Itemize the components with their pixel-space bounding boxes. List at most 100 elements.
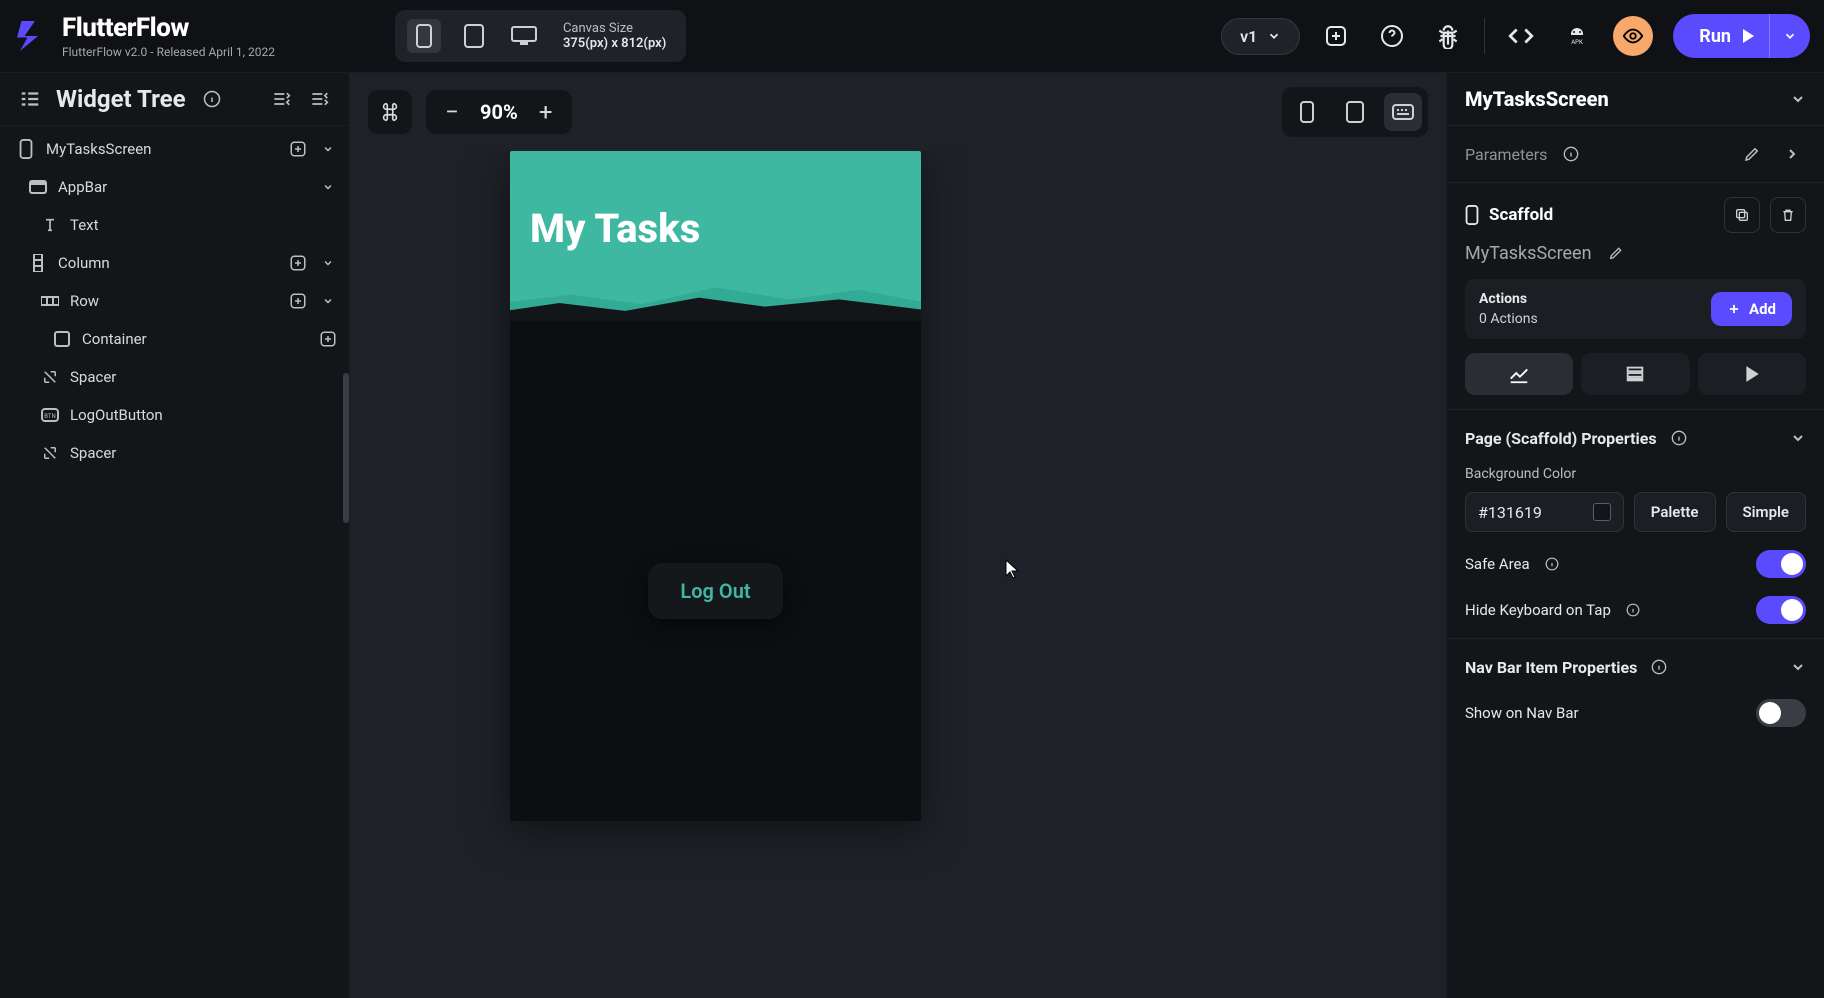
chevron-right-icon[interactable]	[1778, 140, 1806, 168]
right-panel: MyTasksScreen Parameters Scaffold	[1446, 73, 1824, 998]
add-page-icon[interactable]	[1316, 16, 1356, 56]
app-version-line: FlutterFlow v2.0 - Released April 1, 202…	[62, 45, 275, 59]
row-icon	[40, 295, 60, 307]
delete-icon[interactable]	[1770, 197, 1806, 233]
copy-icon[interactable]	[1724, 197, 1760, 233]
preview-tablet-icon[interactable]	[1336, 93, 1374, 131]
tree-row-label: Container	[82, 330, 147, 348]
tree-row-label: AppBar	[58, 178, 107, 196]
tree-row[interactable]: Column	[0, 244, 349, 282]
show-nav-toggle[interactable]	[1756, 699, 1806, 727]
chevron-down-icon[interactable]	[317, 138, 339, 160]
show-nav-label: Show on Nav Bar	[1465, 704, 1579, 722]
canvas-toolbar: − 90% +	[350, 73, 1446, 151]
container-icon	[52, 331, 72, 347]
logout-button[interactable]: Log Out	[648, 563, 782, 619]
actions-title: Actions	[1479, 291, 1538, 307]
tree-row[interactable]: BTNLogOutButton	[0, 396, 349, 434]
phone-body: Log Out	[510, 321, 921, 821]
preview-eye-icon[interactable]	[1613, 16, 1653, 56]
version-selector[interactable]: v1	[1221, 18, 1300, 55]
chevron-down-icon[interactable]	[317, 176, 339, 198]
info-icon[interactable]	[1538, 550, 1566, 578]
tab-data-icon[interactable]	[1581, 353, 1689, 395]
android-apk-icon[interactable]: APK	[1557, 16, 1597, 56]
actions-card: Actions 0 Actions Add	[1465, 279, 1806, 339]
column-icon	[28, 254, 48, 272]
center-panel: − 90% + My Tasks Log Out	[350, 73, 1446, 998]
tree-icon	[16, 85, 44, 113]
preview-mode-group	[1282, 87, 1428, 137]
code-icon[interactable]	[1501, 16, 1541, 56]
topbar: FlutterFlow FlutterFlow v2.0 - Released …	[0, 0, 1824, 72]
device-desktop-icon[interactable]	[507, 19, 541, 53]
palette-button[interactable]: Palette	[1634, 492, 1716, 532]
add-child-icon[interactable]	[287, 290, 309, 312]
hide-keyboard-label: Hide Keyboard on Tap	[1465, 601, 1611, 619]
add-action-button[interactable]: Add	[1711, 292, 1792, 326]
phone-appbar: My Tasks	[510, 151, 921, 321]
help-icon[interactable]	[1372, 16, 1412, 56]
edit-icon[interactable]	[1738, 140, 1766, 168]
logo-block: FlutterFlow FlutterFlow v2.0 - Released …	[14, 13, 275, 59]
widget-tree-header: Widget Tree	[0, 73, 349, 126]
appbar-icon	[28, 180, 48, 194]
info-icon[interactable]	[198, 85, 226, 113]
run-button[interactable]: Run	[1673, 14, 1810, 58]
tree-row-label: Row	[70, 292, 99, 310]
svg-text:APK: APK	[1572, 39, 1584, 46]
canvas-size-label: Canvas Size	[563, 21, 666, 36]
main: Widget Tree MyTasksScreen AppBar TextColum…	[0, 72, 1824, 998]
device-tablet-icon[interactable]	[457, 19, 491, 53]
hide-keyboard-toggle[interactable]	[1756, 596, 1806, 624]
run-dropdown[interactable]	[1770, 29, 1810, 43]
simple-button[interactable]: Simple	[1726, 492, 1807, 532]
chevron-down-icon	[1267, 29, 1281, 43]
preview-phone-icon[interactable]	[1288, 93, 1326, 131]
collapse-all-icon[interactable]	[267, 85, 295, 113]
phone-preview: My Tasks Log Out	[510, 151, 921, 821]
spacer-icon	[40, 444, 60, 462]
expand-all-icon[interactable]	[305, 85, 333, 113]
tab-style-icon[interactable]	[1465, 353, 1573, 395]
info-icon[interactable]	[1557, 140, 1585, 168]
tree-row[interactable]: Spacer	[0, 434, 349, 472]
add-child-icon[interactable]	[287, 252, 309, 274]
add-child-icon[interactable]	[317, 328, 339, 350]
phone-title: My Tasks	[530, 205, 700, 252]
tree-row[interactable]: Row	[0, 282, 349, 320]
tree-row-label: Spacer	[70, 444, 116, 462]
scrollbar[interactable]	[343, 373, 349, 523]
zoom-in-button[interactable]: +	[532, 98, 560, 126]
tab-actions-icon[interactable]	[1698, 353, 1806, 395]
canvas-area[interactable]: My Tasks Log Out	[350, 151, 1446, 998]
tree-row[interactable]: Spacer	[0, 358, 349, 396]
bug-icon[interactable]	[1428, 16, 1468, 56]
safe-area-toggle[interactable]	[1756, 550, 1806, 578]
chevron-down-icon[interactable]	[317, 252, 339, 274]
info-icon[interactable]	[1619, 596, 1647, 624]
command-palette-icon[interactable]	[368, 90, 412, 134]
add-action-label: Add	[1749, 300, 1776, 318]
tree-row[interactable]: AppBar	[0, 168, 349, 206]
inspector-tabs	[1465, 353, 1806, 395]
chevron-down-icon[interactable]	[1790, 91, 1806, 107]
run-button-label: Run	[1699, 26, 1731, 47]
zoom-out-button[interactable]: −	[438, 98, 466, 126]
add-child-icon[interactable]	[287, 138, 309, 160]
chevron-down-icon[interactable]	[1790, 659, 1806, 675]
scaffold-subtitle: MyTasksScreen	[1465, 243, 1592, 264]
info-icon[interactable]	[1645, 653, 1673, 681]
device-phone-icon[interactable]	[407, 19, 441, 53]
chevron-down-icon[interactable]	[1790, 430, 1806, 446]
edit-icon[interactable]	[1602, 239, 1630, 267]
info-icon[interactable]	[1665, 424, 1693, 452]
tree-row[interactable]: Container	[0, 320, 349, 358]
preview-keyboard-icon[interactable]	[1384, 93, 1422, 131]
bg-color-input[interactable]: #131619	[1465, 492, 1624, 532]
left-panel: Widget Tree MyTasksScreen AppBar TextColum…	[0, 73, 350, 998]
tree-row[interactable]: MyTasksScreen	[0, 130, 349, 168]
chevron-down-icon[interactable]	[317, 290, 339, 312]
scaffold-props-title: Page (Scaffold) Properties	[1465, 429, 1657, 448]
tree-row[interactable]: Text	[0, 206, 349, 244]
